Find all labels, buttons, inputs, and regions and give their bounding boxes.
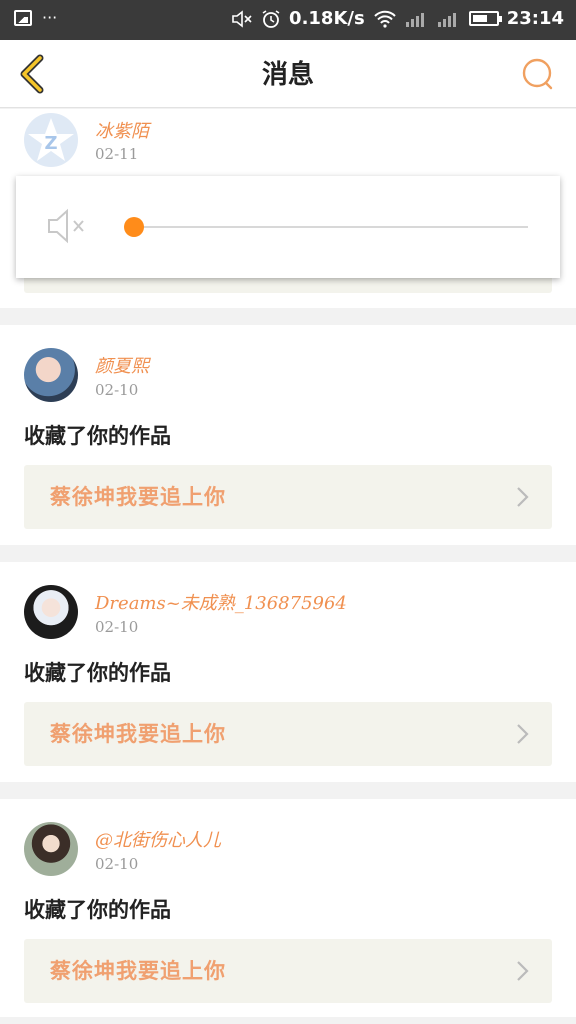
work-title: 蔡徐坤我要追上你 (50, 484, 226, 509)
message-card[interactable]: 颜夏熙 02-10 收藏了你的作品 蔡徐坤我要追上你 (0, 325, 576, 545)
action-text: 收藏了你的作品 (24, 897, 171, 922)
chevron-right-icon (517, 724, 529, 744)
volume-slider[interactable] (124, 217, 528, 237)
nav-header: 消息 (0, 40, 576, 108)
username[interactable]: Dreams~未成熟_136875964 (95, 589, 347, 615)
speaker-muted-icon[interactable] (46, 206, 90, 246)
username[interactable]: @北街伤心人儿 (95, 826, 221, 852)
net-speed: 0.18K/s (289, 8, 365, 29)
message-date: 02-10 (95, 381, 139, 399)
alarm-icon (262, 9, 280, 28)
more-dots-icon: ··· (42, 8, 58, 27)
chevron-right-icon (517, 961, 529, 981)
clock: 23:14 (506, 8, 564, 29)
avatar[interactable] (24, 348, 78, 402)
message-card[interactable]: @北街伤心人儿 02-10 收藏了你的作品 蔡徐坤我要追上你 (0, 799, 576, 1017)
action-text: 收藏了你的作品 (24, 660, 171, 685)
volume-popup (16, 176, 560, 278)
status-bar: ··· 0.18K/s 23:14 (0, 0, 576, 40)
page-title: 消息 (261, 60, 314, 90)
battery-icon (468, 11, 502, 26)
status-right: 0.18K/s 23:14 (231, 8, 564, 29)
message-card[interactable]: Dreams~未成熟_136875964 02-10 收藏了你的作品 蔡徐坤我要… (0, 562, 576, 782)
username[interactable]: 颜夏熙 (95, 352, 149, 378)
mute-icon (232, 9, 252, 28)
search-icon[interactable] (520, 56, 556, 92)
message-date: 02-11 (95, 145, 139, 163)
work-box[interactable]: 蔡徐坤我要追上你 (24, 702, 552, 766)
username[interactable]: 冰紫陌 (95, 117, 149, 143)
signal-1-icon (405, 12, 424, 27)
chevron-right-icon (517, 487, 529, 507)
avatar[interactable] (24, 585, 78, 639)
work-title: 蔡徐坤我要追上你 (50, 721, 226, 746)
status-left: ··· (14, 10, 57, 26)
work-box[interactable]: 蔡徐坤我要追上你 (24, 939, 552, 1003)
action-text: 收藏了你的作品 (24, 423, 171, 448)
volume-slider-thumb[interactable] (124, 217, 144, 237)
message-date: 02-10 (95, 618, 139, 636)
work-box[interactable]: 蔡徐坤我要追上你 (24, 465, 552, 529)
work-title: 蔡徐坤我要追上你 (50, 958, 226, 983)
signal-2-icon (437, 12, 456, 27)
image-icon (14, 10, 32, 26)
wifi-icon (373, 10, 396, 28)
message-date: 02-10 (95, 855, 139, 873)
svg-text:Z: Z (44, 133, 57, 154)
avatar[interactable] (24, 822, 78, 876)
default-avatar-icon: Z (24, 113, 78, 167)
